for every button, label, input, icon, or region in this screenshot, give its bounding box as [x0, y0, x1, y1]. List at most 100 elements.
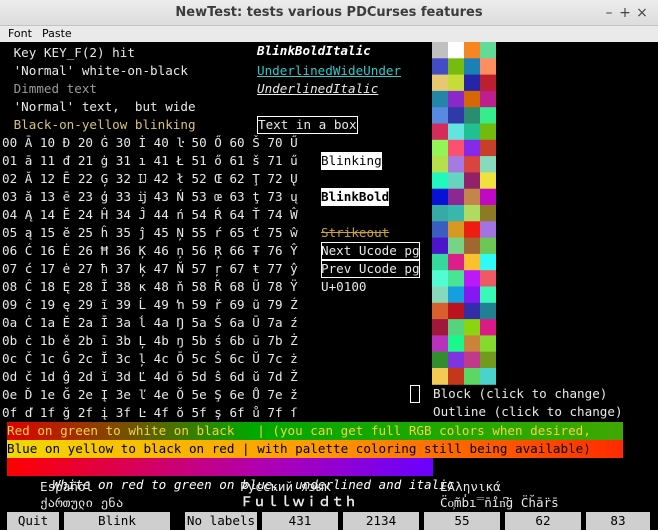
palette-swatch[interactable] — [480, 58, 496, 76]
block-toggle[interactable]: Block (click to change) — [433, 385, 607, 403]
palette-swatch[interactable] — [448, 74, 464, 92]
palette-swatch[interactable] — [432, 188, 448, 206]
palette-swatch[interactable] — [464, 237, 480, 255]
softkey-blink[interactable]: Blink — [64, 512, 170, 530]
palette-swatch[interactable] — [432, 351, 448, 369]
palette-swatch[interactable] — [432, 42, 448, 59]
palette-swatch[interactable] — [464, 253, 480, 271]
close-icon[interactable]: × — [633, 4, 651, 22]
palette-swatch[interactable] — [432, 237, 448, 255]
title-bar[interactable]: NewTest: tests various PDCurses features… — [0, 0, 658, 26]
palette-swatch[interactable] — [464, 90, 480, 108]
palette-swatch[interactable] — [432, 123, 448, 141]
terminal-area[interactable]: Key KEY_F(2) hit 'Normal' white-on-black… — [0, 42, 658, 530]
palette-swatch[interactable] — [480, 319, 496, 336]
palette-swatch[interactable] — [480, 302, 496, 320]
palette-swatch[interactable] — [480, 286, 496, 304]
menu-paste[interactable]: Paste — [42, 27, 72, 40]
palette-swatch[interactable] — [448, 319, 464, 336]
palette-swatch[interactable] — [480, 270, 496, 287]
palette-swatch[interactable] — [464, 270, 480, 287]
softkey-quit[interactable]: Quit — [7, 512, 59, 530]
palette-swatch[interactable] — [464, 286, 480, 304]
softkey-55[interactable]: 55 — [424, 512, 500, 530]
palette-swatch[interactable] — [464, 368, 480, 385]
palette-swatch[interactable] — [480, 368, 496, 385]
palette-swatch[interactable] — [432, 172, 448, 190]
palette-swatch[interactable] — [480, 205, 496, 222]
palette-swatch[interactable] — [432, 74, 448, 92]
palette-swatch[interactable] — [464, 74, 480, 92]
palette-swatch[interactable] — [464, 107, 480, 124]
palette-swatch[interactable] — [432, 335, 448, 353]
palette-swatch[interactable] — [432, 270, 448, 287]
palette-swatch[interactable] — [464, 205, 480, 222]
palette-swatch[interactable] — [480, 172, 496, 190]
palette-swatch[interactable] — [464, 319, 480, 336]
palette-swatch[interactable] — [464, 42, 480, 59]
palette-swatch[interactable] — [432, 90, 448, 108]
palette-swatch[interactable] — [464, 156, 480, 173]
palette-swatch[interactable] — [480, 237, 496, 255]
palette-swatch[interactable] — [432, 107, 448, 124]
palette-swatch[interactable] — [448, 188, 464, 206]
prev-ucode-button[interactable]: Prev Ucode pg — [321, 260, 420, 278]
palette-swatch[interactable] — [432, 302, 448, 320]
softkey-2134[interactable]: 2134 — [343, 512, 419, 530]
palette-swatch[interactable] — [448, 156, 464, 173]
palette-swatch[interactable] — [448, 237, 464, 255]
next-ucode-button[interactable]: Next Ucode pg — [321, 242, 420, 260]
menu-font[interactable]: Font — [8, 27, 32, 40]
palette-swatch[interactable] — [480, 335, 496, 353]
palette-swatch[interactable] — [432, 58, 448, 76]
palette-swatch[interactable] — [448, 270, 464, 287]
palette-swatch[interactable] — [464, 335, 480, 353]
palette-swatch[interactable] — [480, 156, 496, 173]
palette-swatch[interactable] — [480, 188, 496, 206]
palette-swatch[interactable] — [432, 286, 448, 304]
palette-swatch[interactable] — [432, 319, 448, 336]
palette-swatch[interactable] — [464, 172, 480, 190]
palette-swatch[interactable] — [464, 58, 480, 76]
palette-swatch[interactable] — [480, 253, 496, 271]
palette-swatch[interactable] — [464, 351, 480, 369]
palette-swatch[interactable] — [432, 139, 448, 157]
palette-swatch[interactable] — [448, 335, 464, 353]
palette-swatch[interactable] — [480, 221, 496, 239]
palette-swatch[interactable] — [448, 172, 464, 190]
palette-swatch[interactable] — [448, 286, 464, 304]
palette-swatch[interactable] — [448, 221, 464, 239]
palette-swatch[interactable] — [432, 368, 448, 385]
palette-swatch[interactable] — [432, 253, 448, 271]
palette-swatch[interactable] — [480, 90, 496, 108]
palette-swatch[interactable] — [448, 90, 464, 108]
palette-swatch[interactable] — [432, 205, 448, 222]
palette-swatch[interactable] — [480, 351, 496, 369]
palette-swatch[interactable] — [448, 107, 464, 124]
palette-swatch[interactable] — [480, 74, 496, 92]
palette-swatch[interactable] — [448, 351, 464, 369]
palette-swatch[interactable] — [448, 368, 464, 385]
softkey-431[interactable]: 431 — [262, 512, 338, 530]
palette-swatch[interactable] — [448, 42, 464, 59]
maximize-icon[interactable]: + — [616, 4, 634, 22]
color-palette-grid[interactable] — [432, 42, 496, 385]
softkey-83[interactable]: 83 — [586, 512, 650, 530]
palette-swatch[interactable] — [480, 42, 496, 59]
palette-swatch[interactable] — [448, 139, 464, 157]
palette-swatch[interactable] — [480, 107, 496, 124]
palette-swatch[interactable] — [448, 253, 464, 271]
softkey-no-labels[interactable]: No labels — [185, 512, 257, 530]
palette-swatch[interactable] — [464, 188, 480, 206]
palette-swatch[interactable] — [448, 58, 464, 76]
palette-swatch[interactable] — [464, 221, 480, 239]
palette-swatch[interactable] — [464, 139, 480, 157]
palette-swatch[interactable] — [464, 123, 480, 141]
palette-swatch[interactable] — [480, 139, 496, 157]
softkey-62[interactable]: 62 — [505, 512, 581, 530]
palette-swatch[interactable] — [432, 221, 448, 239]
palette-swatch[interactable] — [448, 205, 464, 222]
palette-swatch[interactable] — [448, 302, 464, 320]
palette-swatch[interactable] — [480, 123, 496, 141]
outline-toggle[interactable]: Outline (click to change) — [433, 403, 623, 421]
